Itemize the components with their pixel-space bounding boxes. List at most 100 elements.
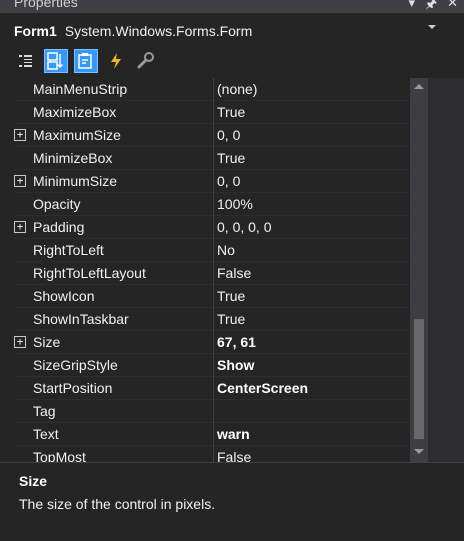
property-name: MainMenuStrip <box>33 81 128 97</box>
property-value[interactable]: No <box>217 242 235 258</box>
toolbar <box>14 48 158 74</box>
property-name: MaximizeBox <box>33 104 117 120</box>
property-row[interactable]: Tag <box>14 400 410 423</box>
property-name: Tag <box>33 403 56 419</box>
property-value[interactable]: True <box>217 150 245 166</box>
property-name: StartPosition <box>33 380 113 396</box>
property-name: Text <box>33 426 59 442</box>
property-row[interactable]: + MaximumSize 0, 0 <box>14 124 410 147</box>
property-value[interactable]: 0, 0 <box>217 173 240 189</box>
column-divider <box>213 400 214 423</box>
column-divider <box>213 308 214 331</box>
scroll-up-arrow-icon[interactable] <box>414 84 424 89</box>
properties-icon <box>78 53 92 69</box>
property-name: Opacity <box>33 196 81 212</box>
property-value[interactable]: 0, 0, 0, 0 <box>217 219 271 235</box>
object-selector[interactable]: Form1 System.Windows.Forms.Form <box>14 18 436 44</box>
property-value[interactable]: CenterScreen <box>217 380 308 396</box>
property-row[interactable]: StartPosition CenterScreen <box>14 377 410 400</box>
property-value[interactable]: False <box>217 449 251 462</box>
property-name: ShowIcon <box>33 288 95 304</box>
dropdown-menu-icon[interactable]: ▾ <box>409 0 416 13</box>
object-type: System.Windows.Forms.Form <box>64 23 253 39</box>
scroll-thumb[interactable] <box>414 319 424 439</box>
property-row[interactable]: ShowInTaskbar True <box>14 308 410 331</box>
column-divider <box>213 78 214 101</box>
property-row[interactable]: + Padding 0, 0, 0, 0 <box>14 216 410 239</box>
alphabetical-icon <box>47 52 64 70</box>
property-row[interactable]: + MinimumSize 0, 0 <box>14 170 410 193</box>
property-value[interactable]: False <box>217 265 251 281</box>
property-name: RightToLeft <box>33 242 104 258</box>
column-divider <box>213 285 214 308</box>
property-grid[interactable]: MainMenuStrip (none) MaximizeBox True + Maxim… <box>14 78 410 462</box>
column-divider <box>213 147 214 170</box>
property-name: MaximumSize <box>33 127 121 143</box>
properties-button[interactable] <box>74 49 98 73</box>
property-name: SizeGripStyle <box>33 357 118 373</box>
property-row[interactable]: ShowIcon True <box>14 285 410 308</box>
property-name: MinimizeBox <box>33 150 113 166</box>
property-row[interactable]: SizeGripStyle Show <box>14 354 410 377</box>
column-divider <box>213 170 214 193</box>
property-value[interactable]: 0, 0 <box>217 127 240 143</box>
close-icon[interactable]: ✕ <box>447 0 458 13</box>
expand-icon[interactable]: + <box>14 175 26 187</box>
column-divider <box>213 446 214 462</box>
expand-icon[interactable]: + <box>14 221 26 233</box>
property-row[interactable]: MaximizeBox True <box>14 101 410 124</box>
expand-icon[interactable]: + <box>14 336 26 348</box>
property-row[interactable]: MainMenuStrip (none) <box>14 78 410 101</box>
scroll-down-arrow-icon[interactable] <box>414 449 424 454</box>
property-row[interactable]: Opacity 100% <box>14 193 410 216</box>
column-divider <box>213 262 214 285</box>
column-divider <box>213 423 214 446</box>
property-pages-wrench-icon <box>137 52 154 69</box>
column-divider <box>213 354 214 377</box>
events-lightning-icon <box>111 53 121 69</box>
property-row[interactable]: RightToLeft No <box>14 239 410 262</box>
property-value[interactable]: Show <box>217 357 254 373</box>
property-name: RightToLeftLayout <box>33 265 146 281</box>
categorized-icon <box>19 55 32 67</box>
property-row[interactable]: + Size 67, 61 <box>14 331 410 354</box>
pin-icon[interactable]: 🖈 <box>425 0 437 13</box>
property-row[interactable]: Text warn <box>14 423 410 446</box>
chevron-down-icon[interactable] <box>428 25 436 29</box>
column-divider <box>213 216 214 239</box>
property-value[interactable]: True <box>217 311 245 327</box>
property-name: ShowInTaskbar <box>33 311 129 327</box>
property-value[interactable]: True <box>217 104 245 120</box>
expand-icon[interactable]: + <box>14 129 26 141</box>
property-row[interactable]: RightToLeftLayout False <box>14 262 410 285</box>
property-name: MinimumSize <box>33 173 118 189</box>
alphabetical-button[interactable] <box>44 49 68 73</box>
categorized-button[interactable] <box>14 49 38 73</box>
vertical-scrollbar[interactable] <box>410 78 428 462</box>
property-name: TopMost <box>33 449 86 462</box>
property-pages-button[interactable] <box>134 49 158 73</box>
column-divider <box>213 239 214 262</box>
description-pane: Size The size of the control in pixels. <box>0 462 464 541</box>
column-divider <box>213 101 214 124</box>
property-value[interactable]: (none) <box>217 81 257 97</box>
property-value[interactable]: True <box>217 288 245 304</box>
title-bar: Properties ▾ 🖈 ✕ <box>0 0 464 13</box>
title-controls: ▾ 🖈 ✕ <box>409 0 458 13</box>
property-row[interactable]: TopMost False <box>14 446 410 462</box>
description-title: Size <box>19 473 48 489</box>
property-name: Size <box>33 334 61 350</box>
property-value[interactable]: 67, 61 <box>217 334 256 350</box>
panel-edge <box>428 78 464 462</box>
events-button[interactable] <box>104 49 128 73</box>
property-row[interactable]: MinimizeBox True <box>14 147 410 170</box>
property-name: Padding <box>33 219 85 235</box>
column-divider <box>213 377 214 400</box>
property-value[interactable]: warn <box>217 426 250 442</box>
window-title: Properties <box>14 0 78 10</box>
description-text: The size of the control in pixels. <box>19 496 216 512</box>
object-name: Form1 <box>14 23 57 39</box>
column-divider <box>213 124 214 147</box>
column-divider <box>213 193 214 216</box>
property-value[interactable]: 100% <box>217 196 253 212</box>
